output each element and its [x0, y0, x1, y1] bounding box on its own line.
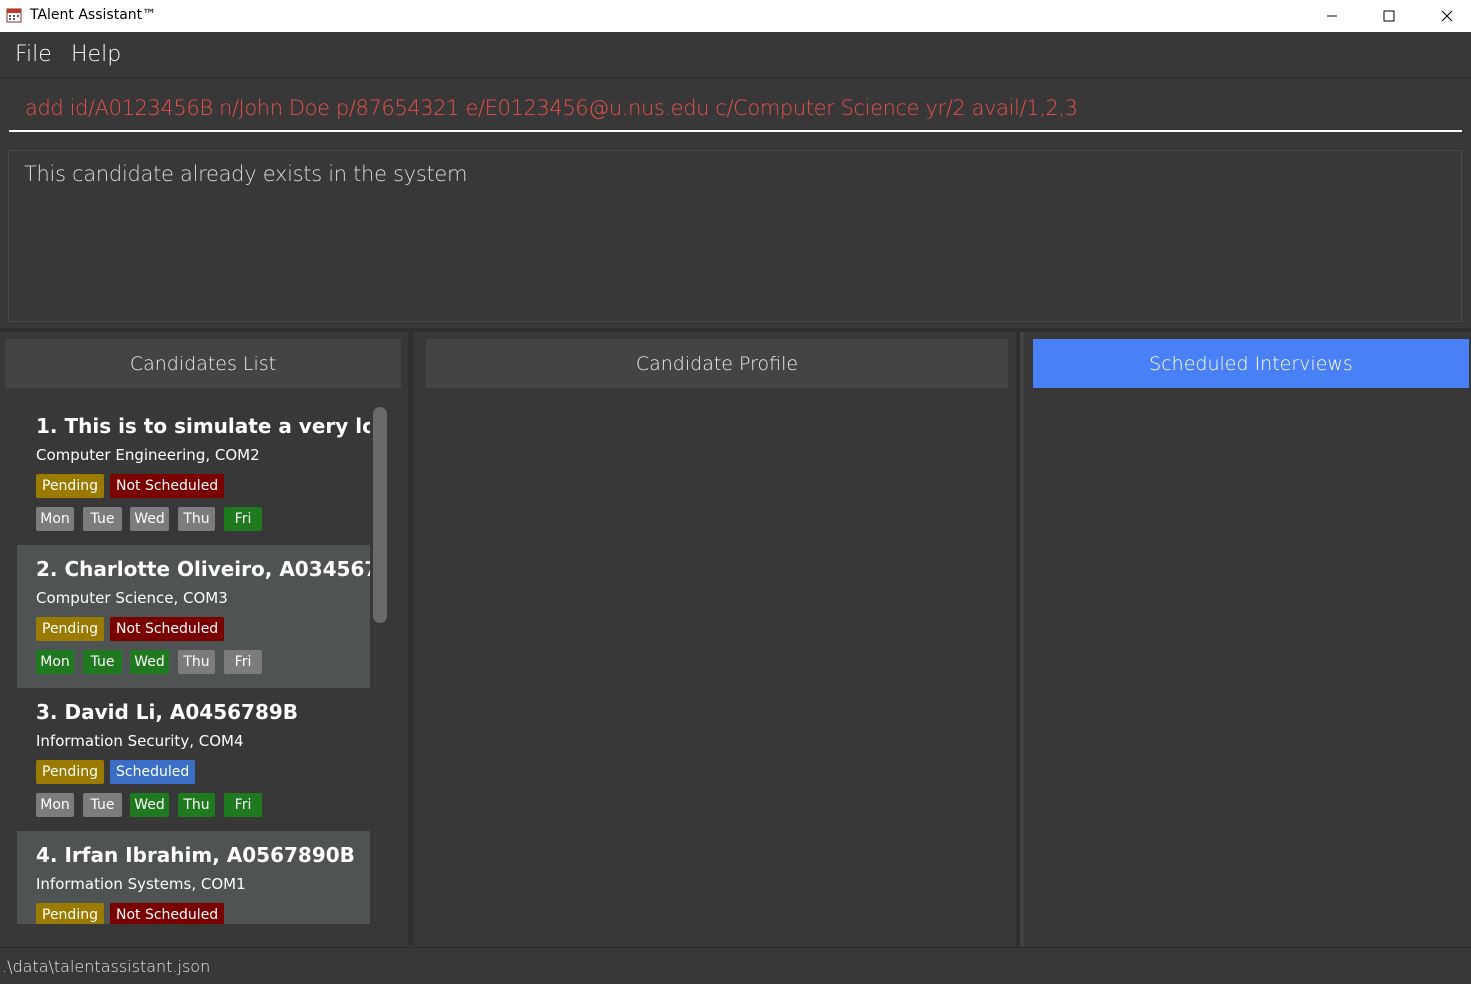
day-badge-wed: Wed [130, 793, 169, 817]
day-badge-thu: Thu [178, 793, 215, 817]
command-input-value: add id/A0123456B n/John Doe p/87654321 e… [25, 96, 1078, 120]
data-file-path: .\data\talentassistant.json [2, 957, 211, 976]
candidate-name: 3. David Li, A0456789B [36, 700, 299, 724]
day-badge-thu: Thu [178, 650, 215, 674]
candidate-name: 1. This is to simulate a very long c... [36, 414, 370, 438]
window-title: TAlent Assistant™ [30, 7, 157, 23]
scheduled-interviews-header: Scheduled Interviews [1033, 339, 1469, 388]
schedule-badge: Not Scheduled [110, 903, 225, 924]
title-bar: TAlent Assistant™ [0, 0, 1471, 32]
day-badge-tue: Tue [83, 507, 122, 531]
candidate-course: Computer Engineering, COM2 [36, 446, 260, 464]
day-badge-tue: Tue [83, 793, 122, 817]
candidate-card[interactable]: 1. This is to simulate a very long c... … [17, 402, 370, 545]
candidate-profile-panel [414, 332, 1016, 946]
day-badge-mon: Mon [36, 507, 74, 531]
maximize-icon [1383, 10, 1395, 22]
schedule-badge: Not Scheduled [110, 617, 225, 641]
day-badge-thu: Thu [178, 507, 215, 531]
candidate-card[interactable]: 4. Irfan Ibrahim, A0567890B Information … [17, 831, 370, 924]
menu-file[interactable]: File [15, 42, 52, 67]
status-badge: Pending [36, 760, 104, 784]
status-bar [0, 947, 1471, 984]
status-badge: Pending [36, 474, 104, 498]
candidate-name: 4. Irfan Ibrahim, A0567890B [36, 843, 355, 867]
day-badge-fri: Fri [224, 793, 262, 817]
candidate-course: Information Security, COM4 [36, 732, 244, 750]
schedule-badge: Not Scheduled [110, 474, 225, 498]
app-calendar-icon [6, 8, 22, 23]
day-badge-wed: Wed [130, 650, 169, 674]
status-badge: Pending [36, 903, 104, 924]
maximize-button[interactable] [1360, 0, 1418, 32]
close-button[interactable] [1418, 0, 1471, 32]
scheduled-interviews-panel [1024, 332, 1471, 946]
day-badge-fri: Fri [224, 507, 262, 531]
schedule-badge: Scheduled [110, 760, 196, 784]
candidate-profile-header: Candidate Profile [426, 339, 1008, 388]
day-badge-tue: Tue [83, 650, 122, 674]
candidate-course: Computer Science, COM3 [36, 589, 228, 607]
day-badge-mon: Mon [36, 793, 74, 817]
day-badge-fri: Fri [224, 650, 262, 674]
candidate-card[interactable]: 3. David Li, A0456789B Information Secur… [17, 688, 370, 831]
minimize-button[interactable] [1303, 0, 1361, 32]
close-icon [1441, 10, 1453, 22]
candidates-list-header: Candidates List [5, 339, 401, 388]
candidate-list-scrollbar[interactable] [373, 407, 387, 623]
candidate-list[interactable]: 1. This is to simulate a very long c... … [17, 402, 370, 924]
candidate-course: Information Systems, COM1 [36, 875, 246, 893]
result-message: This candidate already exists in the sys… [24, 162, 468, 186]
status-badge: Pending [36, 617, 104, 641]
candidate-card[interactable]: 2. Charlotte Oliveiro, A0345678B Compute… [17, 545, 370, 688]
candidate-name: 2. Charlotte Oliveiro, A0345678B [36, 557, 370, 581]
menu-bar: File Help [0, 32, 1471, 78]
day-badge-mon: Mon [36, 650, 74, 674]
menu-help[interactable]: Help [71, 42, 121, 67]
day-badge-wed: Wed [130, 507, 169, 531]
minimize-icon [1327, 15, 1337, 17]
